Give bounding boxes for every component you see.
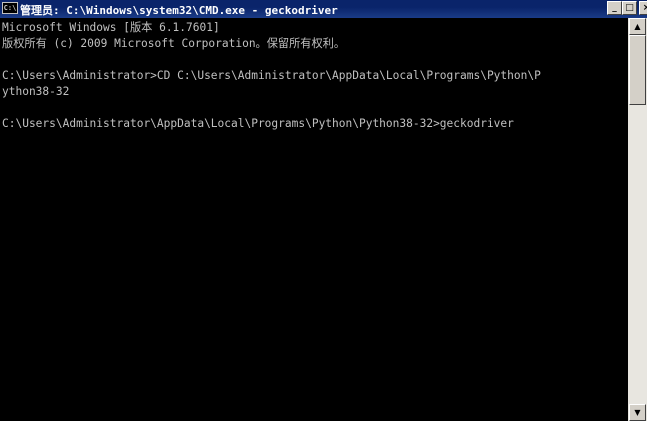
console-line: C:\Users\Administrator\AppData\Local\Pro… [2, 117, 514, 130]
close-button[interactable]: × [639, 1, 647, 15]
minimize-button[interactable]: _ [607, 1, 622, 15]
cmd-window: C:\ 管理员: C:\Windows\system32\CMD.exe - g… [0, 0, 647, 421]
console-output[interactable]: Microsoft Windows [版本 6.1.7601] 版权所有 (c)… [0, 18, 628, 421]
scroll-up-arrow-icon[interactable]: ▲ [629, 18, 646, 35]
console-line: Microsoft Windows [版本 6.1.7601] [2, 21, 220, 34]
vertical-scrollbar[interactable]: ▲ ▼ [628, 18, 647, 421]
maximize-button[interactable]: □ [622, 1, 637, 15]
window-title: 管理员: C:\Windows\system32\CMD.exe - gecko… [20, 4, 338, 17]
scroll-thumb[interactable] [629, 35, 646, 105]
cmd-icon[interactable]: C:\ [2, 2, 18, 14]
console-line: C:\Users\Administrator>CD C:\Users\Admin… [2, 69, 541, 82]
console-line: ython38-32 [2, 85, 70, 98]
console-line: 版权所有 (c) 2009 Microsoft Corporation。保留所有… [2, 37, 346, 50]
scroll-down-arrow-icon[interactable]: ▼ [629, 404, 646, 421]
title-bar[interactable]: C:\ 管理员: C:\Windows\system32\CMD.exe - g… [0, 0, 647, 18]
